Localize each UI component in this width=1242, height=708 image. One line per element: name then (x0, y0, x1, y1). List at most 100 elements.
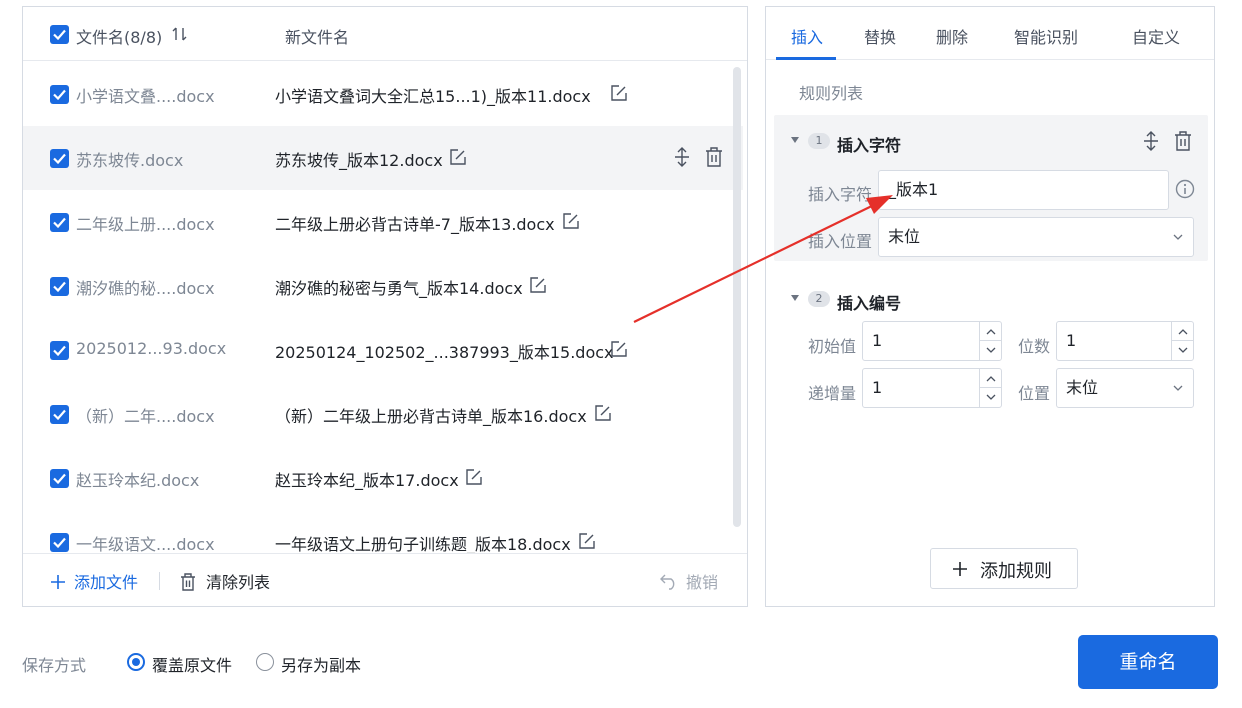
delete-icon[interactable] (1174, 131, 1192, 151)
rule-index-badge: 1 (808, 133, 830, 149)
step-stepper (979, 369, 1001, 407)
original-filename: 二年级上册....docx (76, 215, 215, 234)
edit-icon[interactable] (529, 276, 547, 294)
row-checkbox[interactable] (50, 405, 69, 424)
digits-input[interactable]: 1 (1056, 321, 1194, 361)
new-filename: 潮汐礁的秘密与勇气_版本14.docx (275, 279, 523, 298)
edit-icon[interactable] (562, 212, 580, 230)
drag-move-icon[interactable] (673, 147, 691, 167)
insert-char-label: 插入字符 (808, 185, 873, 204)
new-filename: （新）二年级上册必背古诗单_版本16.docx (275, 407, 587, 426)
rule-name: 插入字符 (837, 136, 902, 155)
table-row[interactable]: 小学语文叠....docx 小学语文叠词大全汇总15...1)_版本11.doc… (23, 62, 743, 126)
row-checkbox[interactable] (50, 213, 69, 232)
undo-button[interactable]: 撤销 (660, 569, 718, 593)
clear-list-button[interactable]: 清除列表 (180, 569, 270, 593)
edit-icon[interactable] (610, 84, 628, 102)
row-checkbox[interactable] (50, 469, 69, 488)
file-list-header: 文件名(8/8) 新文件名 (23, 7, 747, 61)
increment-button[interactable] (980, 369, 1001, 388)
table-row[interactable]: 潮汐礁的秘....docx 潮汐礁的秘密与勇气_版本14.docx (23, 254, 743, 318)
rename-button[interactable]: 重命名 (1078, 635, 1218, 689)
chevron-down-icon (1173, 385, 1183, 391)
radio-overwrite[interactable] (127, 653, 145, 671)
add-file-label: 添加文件 (74, 573, 139, 592)
table-row[interactable]: 一年级语文....docx 一年级语文上册句子训练题_版本18.docx (23, 510, 743, 554)
number-position-select[interactable]: 末位 (1056, 368, 1194, 408)
table-row[interactable]: 苏东坡传.docx 苏东坡传_版本12.docx (23, 126, 743, 190)
tab-insert[interactable]: 插入 (791, 24, 823, 48)
drag-move-icon[interactable] (1142, 131, 1160, 151)
insert-position-select[interactable]: 末位 (878, 217, 1194, 257)
step-input[interactable]: 1 (862, 368, 1002, 408)
file-list-scrollbar[interactable] (733, 67, 741, 527)
row-checkbox[interactable] (50, 149, 69, 168)
tab-custom[interactable]: 自定义 (1132, 24, 1180, 48)
increment-button[interactable] (980, 322, 1001, 341)
select-all-checkbox[interactable] (50, 25, 69, 44)
new-filename: 赵玉玲本纪_版本17.docx (275, 471, 459, 490)
start-value-input[interactable]: 1 (862, 321, 1002, 361)
footer-divider (159, 572, 160, 590)
insert-position-label: 插入位置 (808, 232, 873, 251)
rule-header[interactable]: 1 插入字符 (774, 115, 1208, 155)
clear-list-label: 清除列表 (206, 573, 271, 592)
table-row[interactable]: 二年级上册....docx 二年级上册必背古诗单-7_版本13.docx (23, 190, 743, 254)
decrement-button[interactable] (1172, 341, 1193, 360)
digits-stepper (1171, 322, 1193, 360)
tab-replace[interactable]: 替换 (864, 24, 896, 48)
digits-value: 1 (1066, 331, 1077, 350)
original-filename: 苏东坡传.docx (76, 151, 184, 170)
radio-save-copy-label[interactable]: 另存为副本 (281, 652, 361, 676)
decrement-button[interactable] (980, 341, 1001, 360)
step-label: 递增量 (808, 384, 857, 403)
edit-icon[interactable] (465, 468, 483, 486)
row-checkbox[interactable] (50, 533, 69, 552)
new-filename: 一年级语文上册句子训练题_版本18.docx (275, 535, 571, 554)
active-tab-indicator (776, 57, 836, 60)
tab-smart-recognition[interactable]: 智能识别 (1014, 24, 1078, 48)
collapse-caret-icon[interactable] (791, 137, 799, 143)
radio-save-copy[interactable] (256, 653, 274, 671)
original-filename: 一年级语文....docx (76, 535, 215, 554)
table-row[interactable]: 赵玉玲本纪.docx 赵玉玲本纪_版本17.docx (23, 446, 743, 510)
radio-overwrite-label[interactable]: 覆盖原文件 (152, 652, 232, 676)
plus-icon (51, 575, 65, 589)
original-filename: 赵玉玲本纪.docx (76, 471, 200, 490)
original-filename: 2025012...93.docx (76, 339, 227, 358)
rule-tabs: 插入 替换 删除 智能识别 自定义 (766, 7, 1214, 60)
table-row[interactable]: 2025012...93.docx 20250124_102502_...387… (23, 318, 743, 382)
filename-column-header: 文件名(8/8) (76, 28, 163, 47)
tab-delete[interactable]: 删除 (936, 24, 968, 48)
edit-icon[interactable] (594, 404, 612, 422)
add-rule-button[interactable]: 添加规则 (930, 548, 1078, 589)
row-checkbox[interactable] (50, 341, 69, 360)
collapse-caret-icon[interactable] (791, 295, 799, 301)
rule-list-title: 规则列表 (799, 84, 864, 103)
info-icon[interactable] (1175, 179, 1195, 199)
undo-label: 撤销 (686, 573, 719, 592)
edit-icon[interactable] (449, 148, 467, 166)
row-checkbox[interactable] (50, 277, 69, 296)
increment-button[interactable] (1172, 322, 1193, 341)
file-list-panel: 文件名(8/8) 新文件名 小学语文叠....docx 小学语文叠词大全汇总15… (22, 6, 748, 607)
rule-card-insert-char: 1 插入字符 插入字符 _版本1 插入位置 末位 (774, 115, 1208, 261)
row-checkbox[interactable] (50, 85, 69, 104)
number-position-label: 位置 (1018, 384, 1051, 403)
delete-icon[interactable] (705, 147, 723, 167)
decrement-button[interactable] (980, 388, 1001, 407)
rule-index-badge: 2 (808, 291, 830, 307)
original-filename: （新）二年....docx (76, 407, 215, 426)
start-value-stepper (979, 322, 1001, 360)
edit-icon[interactable] (578, 532, 596, 550)
add-rule-label: 添加规则 (980, 561, 1052, 582)
insert-char-input[interactable]: _版本1 (878, 170, 1169, 210)
rule-card-insert-number: 2 插入编号 初始值 1 位数 1 递增量 1 位置 末位 (774, 283, 1208, 413)
new-filename: 苏东坡传_版本12.docx (275, 151, 443, 170)
sort-icon[interactable] (172, 26, 188, 42)
undo-icon (660, 574, 675, 590)
edit-icon[interactable] (610, 340, 628, 358)
new-filename: 20250124_102502_...387993_版本15.docx (275, 343, 614, 362)
table-row[interactable]: （新）二年....docx （新）二年级上册必背古诗单_版本16.docx (23, 382, 743, 446)
add-file-button[interactable]: 添加文件 (50, 569, 138, 593)
